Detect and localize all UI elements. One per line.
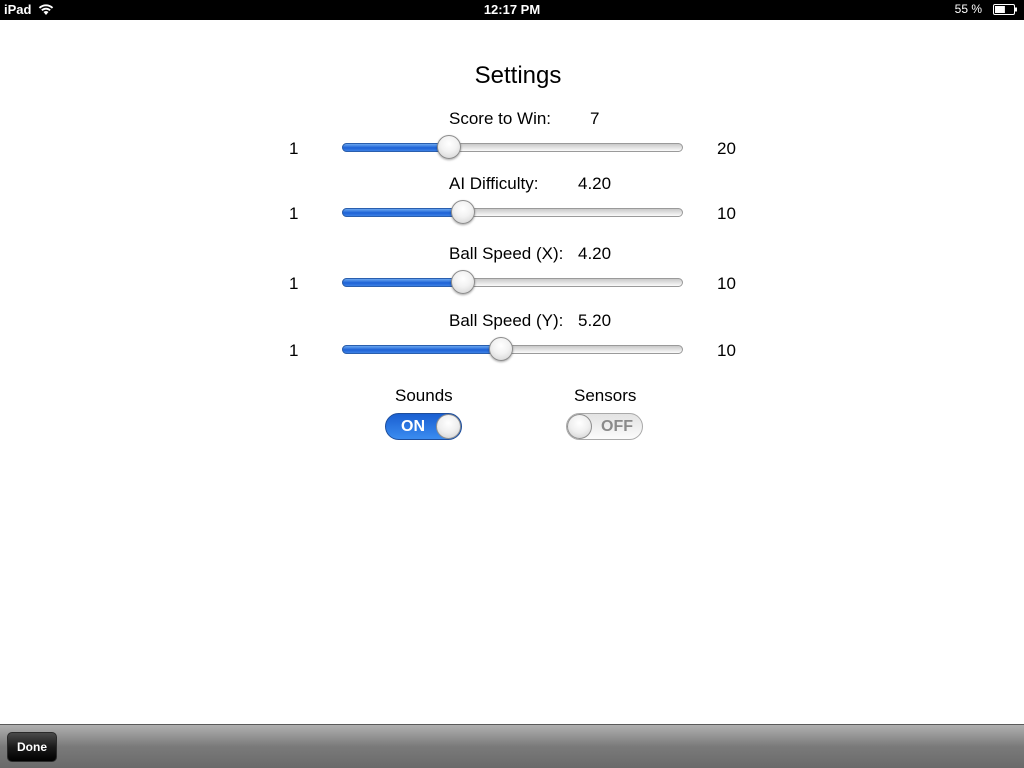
slider-thumb[interactable]: [489, 337, 513, 361]
slider-label: AI Difficulty:: [449, 174, 539, 193]
toggle-state: ON: [401, 418, 425, 435]
slider-label: Ball Speed (X):: [449, 244, 564, 263]
battery-icon: [993, 4, 1017, 15]
done-button[interactable]: Done: [7, 732, 57, 762]
sounds-label: Sounds: [395, 386, 453, 405]
slider-min: 1: [289, 274, 299, 293]
slider-thumb[interactable]: [451, 200, 475, 224]
slider-track[interactable]: [342, 143, 683, 152]
slider-min: 1: [289, 341, 299, 360]
battery-percent: 55 %: [954, 2, 982, 16]
page-title: Settings: [474, 62, 562, 89]
slider-max: 10: [717, 341, 736, 360]
settings-panel: Settings Score to Win: 7 1 20 AI Difficu…: [0, 20, 1024, 724]
slider-max: 10: [717, 204, 736, 223]
slider-value: 5.20: [578, 311, 612, 330]
slider-thumb[interactable]: [451, 270, 475, 294]
slider-fill: [342, 278, 463, 287]
slider-fill: [342, 208, 463, 217]
slider-track[interactable]: [342, 208, 683, 217]
slider-value: 7: [590, 109, 600, 128]
bottom-toolbar: Done: [0, 724, 1024, 768]
slider-max: 20: [717, 139, 736, 158]
sensors-toggle[interactable]: OFF: [566, 413, 643, 440]
slider-max: 10: [717, 274, 736, 293]
slider-track[interactable]: [342, 278, 683, 287]
slider-fill: [342, 143, 449, 152]
status-bar: iPad 12:17 PM 55 %: [0, 0, 1024, 20]
slider-min: 1: [289, 204, 299, 223]
toggle-state: OFF: [601, 418, 633, 435]
status-time: 12:17 PM: [483, 2, 541, 17]
slider-fill: [342, 345, 501, 354]
slider-value: 4.20: [578, 174, 612, 193]
slider-label: Ball Speed (Y):: [449, 311, 564, 330]
slider-label: Score to Win:: [449, 109, 552, 128]
toggle-knob: [436, 414, 461, 439]
toggle-knob: [567, 414, 592, 439]
sounds-toggle[interactable]: ON: [385, 413, 462, 440]
slider-value: 4.20: [578, 244, 612, 263]
slider-thumb[interactable]: [437, 135, 461, 159]
slider-min: 1: [289, 139, 299, 158]
sensors-label: Sensors: [574, 386, 637, 405]
